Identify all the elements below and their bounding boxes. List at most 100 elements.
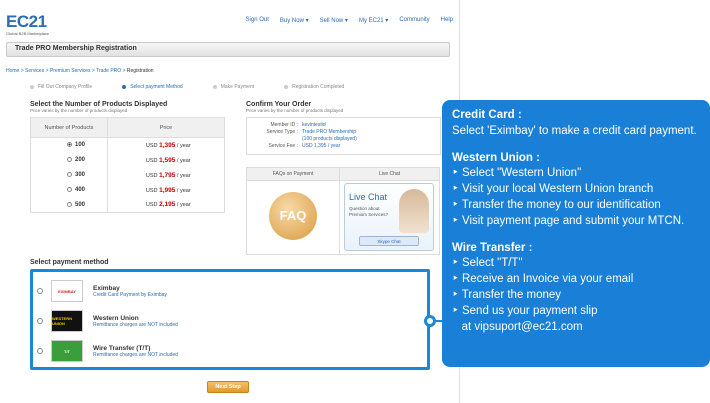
list-item: at vipsuport@ec21.com	[452, 320, 583, 333]
products-title: Select the Number of Products Displayed	[30, 101, 168, 108]
radio-wire-transfer[interactable]	[37, 348, 43, 354]
radio-400[interactable]	[67, 186, 72, 192]
step-label: Make Payment	[220, 84, 255, 90]
price-period: / year	[176, 172, 191, 179]
price-value: 1,795	[159, 171, 176, 179]
step-label: Fill Out Company Profile	[38, 84, 93, 90]
live-chat-card[interactable]: Live Chat Question about Premium Service…	[344, 183, 434, 251]
list-item: ‣ Transfer the money to our identificati…	[452, 198, 661, 211]
live-chat-question: Question about Premium Services?	[349, 206, 389, 217]
payment-option-wire-transfer[interactable]: T/T Wire Transfer (T/T) Remittance charge…	[37, 338, 422, 364]
live-chat-panel: Live Chat Live Chat Question about Premi…	[340, 167, 440, 255]
radio-500[interactable]	[67, 201, 72, 207]
price-table: Number of Products Price 100 USD 1,395 / y…	[30, 117, 226, 213]
products-note: Price varies by the number of products d…	[30, 108, 128, 113]
list-item: ‣ Send us your payment slip	[452, 304, 598, 317]
radio-300[interactable]	[67, 171, 72, 177]
payment-instructions-callout: Credit Card : Select 'Eximbay' to make a…	[442, 100, 710, 367]
faq-badge-icon[interactable]: FAQ	[269, 192, 317, 240]
table-row[interactable]: 200 USD 1,595 / year	[30, 152, 226, 168]
radio-100[interactable]	[67, 142, 72, 148]
table-row[interactable]: 400 USD 1,995 / year	[30, 182, 226, 198]
table-row[interactable]: 300 USD 1,795 / year	[30, 167, 226, 183]
skype-chat-button[interactable]: Skype Chat	[359, 236, 419, 246]
order-section: Confirm Your Order Price varies by the n…	[246, 101, 441, 155]
price-period: / year	[176, 142, 191, 149]
qty-value: 300	[75, 172, 86, 179]
payment-method-title: Select payment method	[30, 259, 109, 266]
qty-value: 100	[75, 142, 86, 149]
breadcrumb-current: Registration	[126, 68, 154, 74]
wire-transfer-title: Wire Transfer :	[452, 241, 533, 254]
radio-200[interactable]	[67, 156, 72, 162]
credit-card-title: Credit Card :	[452, 109, 522, 121]
breadcrumb-path[interactable]: Home > Services > Premium Services > Tra…	[6, 68, 127, 74]
credit-card-body: Select 'Eximbay' to make a credit card p…	[452, 124, 697, 137]
ec21-logo[interactable]: EC21	[6, 12, 47, 32]
products-section: Select the Number of Products Displayed …	[30, 101, 226, 213]
nav-help[interactable]: Help	[441, 17, 453, 24]
payment-option-western-union[interactable]: WESTERN UNION Western Union Remittance ch…	[37, 308, 422, 334]
payment-name: Eximbay	[93, 284, 120, 292]
callout-pointer-icon	[424, 315, 436, 327]
payment-desc: Remittance charges are NOT included	[93, 351, 178, 358]
faq-panel[interactable]: FAQs on Payment FAQ	[246, 167, 340, 255]
price-value: 1,395	[159, 141, 176, 149]
live-chat-title: Live Chat	[349, 192, 388, 202]
breadcrumb: Home > Services > Premium Services > Tra…	[6, 68, 154, 74]
radio-eximbay[interactable]	[37, 288, 43, 294]
member-id-label: Member ID :	[270, 122, 298, 128]
col-qty-header: Number of Products	[30, 117, 108, 138]
list-item: ‣ Visit payment page and submit your MTC…	[452, 214, 685, 227]
nav-sign-out[interactable]: Sign Out	[246, 17, 269, 24]
nav-community[interactable]: Community	[399, 17, 429, 24]
table-row[interactable]: 100 USD 1,395 / year	[30, 137, 226, 153]
currency: USD	[145, 142, 158, 149]
payment-option-eximbay[interactable]: EXIMBAY Eximbay Credit Card Payment by Ex…	[37, 278, 422, 304]
price-period: / year	[176, 202, 191, 209]
nav-my-ec21[interactable]: My EC21 ▾	[359, 17, 388, 24]
qty-value: 200	[75, 157, 86, 164]
step-registration-completed: Registration Completed	[284, 84, 344, 90]
live-chat-header: Live Chat	[340, 168, 439, 181]
next-step-button[interactable]: Next Step	[207, 381, 249, 393]
currency: USD	[145, 157, 158, 164]
western-union-logo: WESTERN UNION	[51, 310, 83, 332]
step-make-payment: Make Payment	[212, 84, 255, 90]
nav-sell-now[interactable]: Sell Now ▾	[320, 17, 348, 24]
price-period: / year	[176, 157, 191, 164]
price-period: / year	[176, 187, 191, 194]
radio-western-union[interactable]	[37, 318, 43, 324]
member-id-value: kevintestid	[302, 122, 326, 128]
step-label: Select payment Method	[130, 84, 183, 90]
step-dot-icon	[30, 85, 34, 89]
service-type-sub: (100 products displayed)	[302, 136, 357, 142]
step-dot-icon	[212, 85, 217, 89]
registration-steps: Fill Out Company Profile Select payment …	[30, 84, 344, 90]
service-fee-label: Service Fee :	[268, 143, 298, 149]
payment-name: Wire Transfer (T/T)	[93, 344, 151, 352]
logo-subtitle: Global B2B Marketplace	[6, 31, 50, 36]
web-page-frame: EC21 Global B2B Marketplace Sign Out Buy…	[0, 0, 460, 403]
price-value: 1,595	[159, 156, 176, 164]
wire-transfer-logo: T/T	[51, 340, 83, 362]
step-company-profile: Fill Out Company Profile	[30, 84, 92, 90]
step-label: Registration Completed	[292, 84, 345, 90]
service-fee-value: USD 1,395 / year	[302, 143, 341, 149]
help-panels: FAQs on Payment FAQ Live Chat Live Chat …	[246, 167, 441, 255]
qty-value: 400	[75, 187, 86, 194]
currency: USD	[145, 187, 158, 194]
service-type-label: Service Type :	[266, 129, 298, 135]
nav-buy-now[interactable]: Buy Now ▾	[280, 17, 309, 24]
order-title: Confirm Your Order	[246, 101, 312, 108]
faq-header: FAQs on Payment	[247, 168, 339, 181]
list-item: ‣ Select "Western Union"	[452, 167, 582, 180]
step-dot-icon	[284, 85, 289, 89]
order-summary: Member ID : kevintestid Service Type : Tra…	[246, 117, 441, 155]
table-row[interactable]: 500 USD 2,195 / year	[30, 197, 226, 213]
payment-desc: Credit Card Payment by Eximbay	[93, 291, 167, 298]
order-note: Price varies by the number of products d…	[246, 108, 344, 113]
list-item: ‣ Transfer the money	[452, 288, 562, 301]
price-value: 1,995	[159, 186, 176, 194]
price-value: 2,195	[159, 201, 176, 209]
